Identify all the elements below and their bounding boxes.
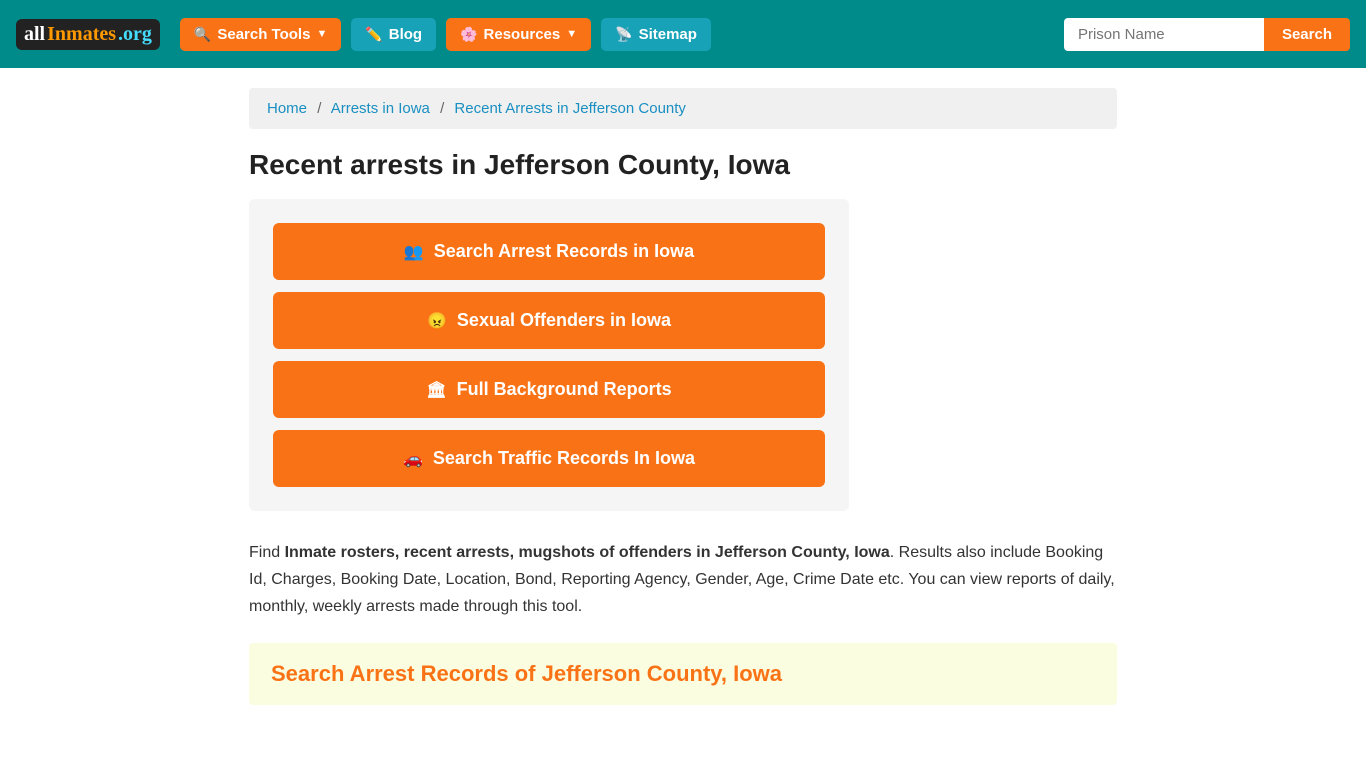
- resources-button[interactable]: Resources ▼: [446, 18, 591, 51]
- header-search-button[interactable]: Search: [1264, 18, 1350, 51]
- description-prefix: Find: [249, 544, 285, 561]
- page-title: Recent arrests in Jefferson County, Iowa: [249, 149, 1117, 181]
- main-content: Home / Arrests in Iowa / Recent Arrests …: [233, 68, 1133, 725]
- logo-part-inmates: Inmates: [47, 23, 116, 46]
- breadcrumb-sep-2: /: [440, 100, 444, 117]
- logo-part-all: all: [24, 23, 45, 46]
- search-records-title: Search Arrest Records of Jefferson Count…: [271, 661, 1095, 687]
- sitemap-icon: [615, 26, 632, 43]
- sexual-offenders-label: Sexual Offenders in Iowa: [457, 310, 671, 331]
- breadcrumb-current: Recent Arrests in Jefferson County: [454, 100, 686, 117]
- breadcrumb-arrests-iowa[interactable]: Arrests in Iowa: [331, 100, 430, 117]
- background-reports-button[interactable]: Full Background Reports: [273, 361, 825, 418]
- resources-icon: [460, 26, 477, 43]
- breadcrumb-sep-1: /: [317, 100, 321, 117]
- search-arrest-records-button[interactable]: Search Arrest Records in Iowa: [273, 223, 825, 280]
- angry-icon: [427, 310, 447, 331]
- search-icon: [194, 26, 211, 43]
- breadcrumb: Home / Arrests in Iowa / Recent Arrests …: [249, 88, 1117, 129]
- resources-label: Resources: [484, 26, 561, 43]
- people-icon: [404, 241, 424, 262]
- sitemap-label: Sitemap: [639, 26, 697, 43]
- chevron-down-icon-2: ▼: [566, 28, 577, 40]
- blog-button[interactable]: Blog: [351, 18, 436, 51]
- blog-label: Blog: [389, 26, 422, 43]
- traffic-records-label: Search Traffic Records In Iowa: [433, 448, 695, 469]
- site-header: all Inmates .org Search Tools ▼ Blog Res…: [0, 0, 1366, 68]
- header-search-label: Search: [1282, 26, 1332, 43]
- breadcrumb-home[interactable]: Home: [267, 100, 307, 117]
- search-records-section: Search Arrest Records of Jefferson Count…: [249, 643, 1117, 705]
- blog-icon: [365, 26, 382, 43]
- prison-name-input[interactable]: [1064, 18, 1264, 51]
- background-reports-label: Full Background Reports: [457, 379, 672, 400]
- search-arrest-label: Search Arrest Records in Iowa: [434, 241, 694, 262]
- traffic-records-button[interactable]: Search Traffic Records In Iowa: [273, 430, 825, 487]
- search-tools-label: Search Tools: [217, 26, 310, 43]
- logo[interactable]: all Inmates .org: [16, 19, 160, 50]
- sitemap-button[interactable]: Sitemap: [601, 18, 711, 51]
- description-bold: Inmate rosters, recent arrests, mugshots…: [285, 544, 890, 561]
- page-description: Find Inmate rosters, recent arrests, mug…: [249, 539, 1117, 621]
- chevron-down-icon: ▼: [316, 28, 327, 40]
- search-tools-button[interactable]: Search Tools ▼: [180, 18, 341, 51]
- sexual-offenders-button[interactable]: Sexual Offenders in Iowa: [273, 292, 825, 349]
- header-search-area: Search: [1064, 18, 1350, 51]
- action-buttons-box: Search Arrest Records in Iowa Sexual Off…: [249, 199, 849, 511]
- logo-part-org: .org: [118, 23, 152, 46]
- car-icon: [403, 448, 423, 469]
- building-icon: [426, 379, 446, 400]
